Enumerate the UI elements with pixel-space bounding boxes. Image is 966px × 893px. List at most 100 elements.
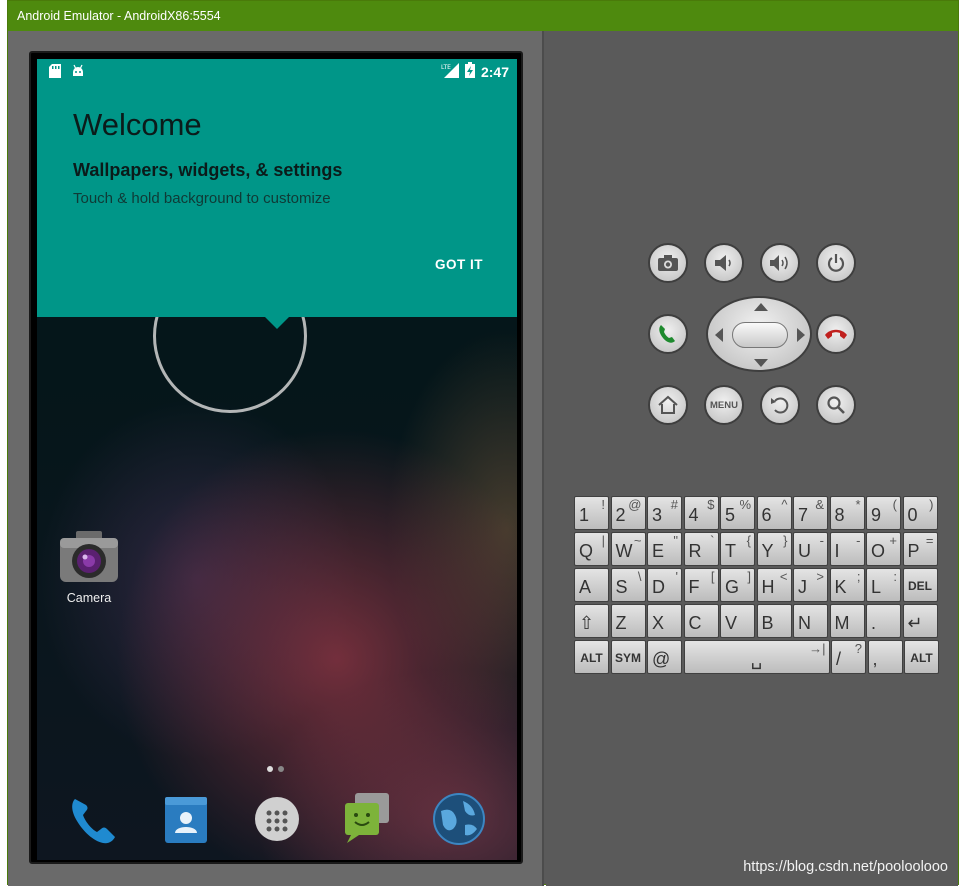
dpad-down-icon[interactable] <box>753 358 769 368</box>
dpad-up-icon[interactable] <box>753 302 769 312</box>
key-main-label: E <box>652 541 665 561</box>
dock-messaging[interactable] <box>337 789 397 849</box>
phone-icon <box>72 799 115 844</box>
search-button[interactable] <box>816 385 856 425</box>
dpad-left-icon[interactable] <box>714 327 724 343</box>
dock-app-drawer[interactable] <box>247 789 307 849</box>
key-7[interactable]: 7 & <box>793 496 828 530</box>
volume-up-button[interactable] <box>760 243 800 283</box>
key-y[interactable]: Y} <box>756 532 792 566</box>
key-9[interactable]: 9( <box>866 496 901 530</box>
camera-button[interactable] <box>648 243 688 283</box>
key-main-label: SYM <box>614 651 642 665</box>
key-sym[interactable]: SYM <box>610 640 646 674</box>
phone-screen[interactable]: LTE 2:47 Welcome Wallpapers, widgets, & … <box>29 51 523 864</box>
status-bar: LTE 2:47 <box>37 59 517 83</box>
home-screen[interactable]: LTE 2:47 Welcome Wallpapers, widgets, & … <box>37 59 517 860</box>
key-k[interactable]: K; <box>829 568 865 602</box>
key-l[interactable]: L: <box>866 568 901 602</box>
key-j[interactable]: J > <box>793 568 828 602</box>
key-main-label: Q <box>579 541 594 561</box>
key-3[interactable]: 3 # <box>647 496 682 530</box>
key-shift-label: > <box>816 569 824 584</box>
key-6[interactable]: 6 ^ <box>756 496 792 530</box>
key-del[interactable]: DEL <box>902 568 938 602</box>
end-call-button[interactable] <box>816 314 856 354</box>
welcome-title: Welcome <box>73 107 202 142</box>
key-q[interactable]: Q | <box>574 532 609 566</box>
key-8[interactable]: 8 * <box>829 496 865 530</box>
key-shift-label: ] <box>747 569 751 584</box>
key-v[interactable]: V <box>720 604 755 638</box>
key-u[interactable]: U- <box>793 532 828 566</box>
key-sym-8[interactable]: . <box>866 604 901 638</box>
dock-phone[interactable] <box>63 789 123 849</box>
key-h[interactable]: H < <box>756 568 792 602</box>
key-main-label: 4 <box>688 505 699 525</box>
key-1[interactable]: 1! <box>574 496 609 530</box>
key-sym-2[interactable]: @ <box>647 640 682 674</box>
key-m[interactable]: M <box>829 604 865 638</box>
key-sym-4[interactable]: /? <box>831 640 866 674</box>
emulator-window: Android Emulator - AndroidX86:5554 LTE 2… <box>7 0 959 886</box>
menu-button[interactable]: MENU <box>704 385 744 425</box>
key-shift-label: ^ <box>781 497 788 512</box>
key-e[interactable]: E " <box>647 532 682 566</box>
key-d[interactable]: D ' <box>647 568 682 602</box>
contacts-icon <box>165 797 207 843</box>
key-sym-9[interactable]: ↵ <box>902 604 938 638</box>
dpad-right-icon[interactable] <box>796 327 806 343</box>
key-shift-label: # <box>670 497 678 512</box>
volume-down-button[interactable] <box>704 243 744 283</box>
key-alt[interactable]: ALT <box>904 640 939 674</box>
key-shift-label: } <box>783 533 788 548</box>
key-w[interactable]: W ~ <box>610 532 646 566</box>
key-c[interactable]: C <box>683 604 719 638</box>
key-i[interactable]: I- <box>829 532 865 566</box>
key-z[interactable]: Z <box>610 604 646 638</box>
key-a[interactable]: A <box>574 568 609 602</box>
key-t[interactable]: T{ <box>720 532 755 566</box>
key-p[interactable]: P = <box>902 532 938 566</box>
key-0[interactable]: 0) <box>902 496 938 530</box>
power-button[interactable] <box>816 243 856 283</box>
key-main-label: N <box>798 613 811 633</box>
dock-browser[interactable] <box>429 789 489 849</box>
key-shift-label: ( <box>892 497 897 512</box>
key-b[interactable]: B <box>756 604 792 638</box>
key-n[interactable]: N <box>793 604 828 638</box>
device-display-pane: LTE 2:47 Welcome Wallpapers, widgets, & … <box>8 31 544 886</box>
key-shift-label: ? <box>854 641 862 656</box>
key-main-label: P <box>907 541 920 561</box>
dock-contacts[interactable] <box>155 789 215 849</box>
key-sym-5[interactable]: , <box>867 640 903 674</box>
key-x[interactable]: X <box>647 604 682 638</box>
key-alt[interactable]: ALT <box>574 640 609 674</box>
got-it-button[interactable]: GOT IT <box>429 255 489 274</box>
key-r[interactable]: R ` <box>683 532 719 566</box>
key-sym-3[interactable]: ␣ →| <box>683 640 830 674</box>
key-sym-0[interactable]: ⇧ <box>574 604 609 638</box>
home-button[interactable] <box>648 385 688 425</box>
status-clock: 2:47 <box>480 64 509 80</box>
key-s[interactable]: S \ <box>610 568 646 602</box>
key-f[interactable]: F[ <box>683 568 719 602</box>
key-main-label: 9 <box>871 505 882 525</box>
key-shift-label: $ <box>707 497 715 512</box>
back-button[interactable] <box>760 385 800 425</box>
key-4[interactable]: 4 $ <box>683 496 719 530</box>
window-title: Android Emulator - AndroidX86:5554 <box>8 1 958 31</box>
key-5[interactable]: 5% <box>720 496 755 530</box>
key-shift-label: ! <box>601 497 605 512</box>
app-shortcut-camera[interactable]: Camera <box>53 529 125 605</box>
call-button[interactable] <box>648 314 688 354</box>
key-main-label: G <box>725 577 740 597</box>
key-main-label: Y <box>761 541 774 561</box>
key-g[interactable]: G] <box>720 568 755 602</box>
back-icon <box>771 397 789 414</box>
browser-icon <box>433 793 485 845</box>
dpad-center-button[interactable] <box>732 322 788 348</box>
key-2[interactable]: 2 @ <box>610 496 646 530</box>
key-o[interactable]: O + <box>866 532 901 566</box>
dpad[interactable] <box>706 296 812 372</box>
